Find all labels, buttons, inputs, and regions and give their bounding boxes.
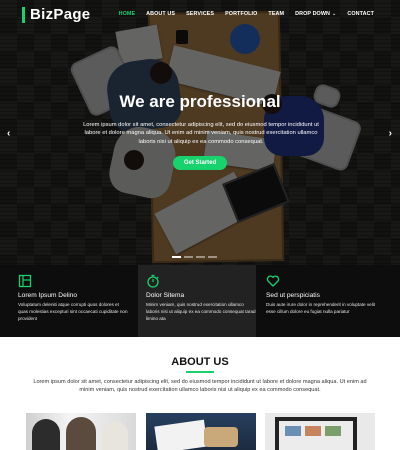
stopwatch-icon: [146, 274, 160, 288]
feature-title: Dolor Sitema: [146, 292, 185, 299]
nav-team[interactable]: TEAM: [268, 11, 284, 17]
about-title: ABOUT US: [171, 356, 229, 368]
feature-text: Duis aute irure dolor in reprehenderit i…: [266, 302, 376, 314]
feature-text: Voluptatum deleniti atque corrupti quos …: [18, 302, 128, 321]
about-image: [26, 413, 136, 450]
hero-title: We are professional: [119, 92, 281, 111]
carousel-prev-icon[interactable]: ‹: [7, 128, 10, 139]
nav-about-us[interactable]: ABOUT US: [146, 11, 175, 17]
feature-box: Dolor Sitema Minim veniam, quis nostrud …: [138, 265, 256, 337]
about-image: [146, 413, 256, 450]
logo[interactable]: BizPage: [22, 7, 90, 23]
feature-box: Lorem Ipsum Delino Voluptatum deleniti a…: [18, 265, 138, 337]
feature-title: Sed ut perspiciatis: [266, 292, 320, 299]
nav-contact[interactable]: CONTACT: [347, 11, 374, 17]
heart-icon: [266, 274, 280, 288]
carousel-indicator[interactable]: [196, 256, 205, 258]
carousel-next-icon[interactable]: ›: [389, 128, 392, 139]
about-text: Lorem ipsum dolor sit amet, consectetur …: [33, 379, 367, 393]
carousel-indicators: [172, 256, 217, 258]
nav-services[interactable]: SERVICES: [186, 11, 214, 17]
hero-text: Lorem ipsum dolor sit amet, consectetur …: [83, 122, 319, 145]
main-nav: HOME ABOUT US SERVICES PORTFOLIO TEAM DR…: [108, 11, 374, 17]
feature-title: Lorem Ipsum Delino: [18, 292, 78, 299]
carousel-indicator[interactable]: [172, 256, 181, 258]
nav-drop-down-label: DROP DOWN: [295, 11, 331, 17]
title-underline: [186, 371, 214, 373]
nav-home[interactable]: HOME: [119, 11, 136, 17]
carousel-indicator[interactable]: [208, 256, 217, 258]
get-started-button[interactable]: Get Started: [173, 156, 227, 170]
chevron-down-icon: ⌄: [332, 11, 337, 17]
nav-portfolio[interactable]: PORTFOLIO: [225, 11, 257, 17]
document-icon: [18, 274, 32, 288]
featured-services: Lorem Ipsum Delino Voluptatum deleniti a…: [0, 265, 400, 337]
about-image: [265, 413, 375, 450]
feature-box: Sed ut perspiciatis Duis aute irure dolo…: [266, 265, 386, 337]
header: BizPage HOME ABOUT US SERVICES PORTFOLIO…: [0, 0, 400, 30]
hero-carousel: BizPage HOME ABOUT US SERVICES PORTFOLIO…: [0, 0, 400, 265]
nav-drop-down[interactable]: DROP DOWN ⌄: [295, 11, 336, 17]
carousel-indicator[interactable]: [184, 256, 193, 258]
feature-text: Minim veniam, quis nostrud exercitation …: [146, 302, 256, 321]
